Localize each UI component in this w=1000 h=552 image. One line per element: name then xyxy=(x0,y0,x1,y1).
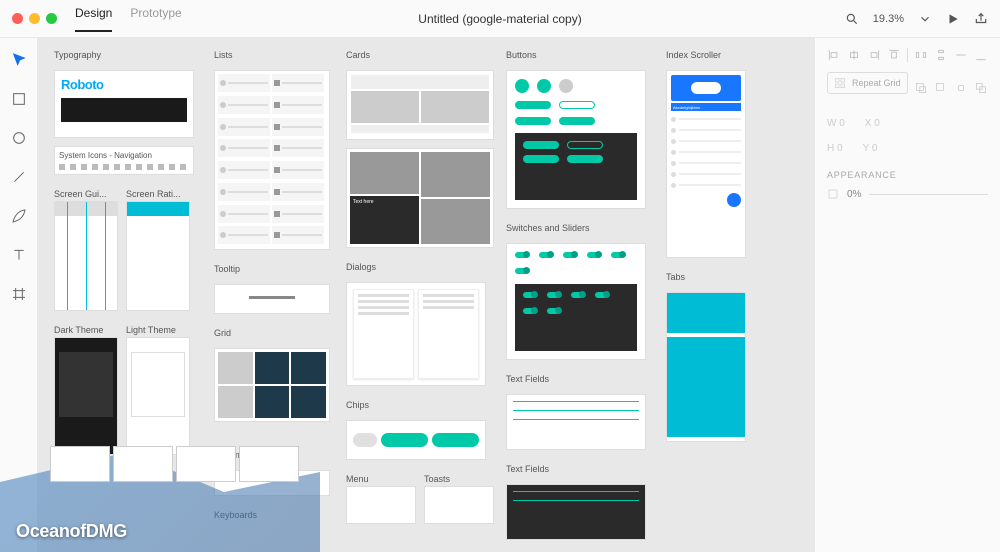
align-right-icon[interactable] xyxy=(867,48,881,62)
inspector-panel: Repeat Grid W 0 X 0 H 0 Y 0 APPEARANCE 0… xyxy=(814,38,1000,552)
watermark-thumbnails xyxy=(50,446,299,482)
artboard-menu[interactable] xyxy=(346,486,416,524)
label-buttons: Buttons xyxy=(506,50,654,60)
label-lists: Lists xyxy=(214,50,334,60)
artboard-typography[interactable]: Roboto xyxy=(54,70,194,138)
zoom-level[interactable]: 19.3% xyxy=(873,13,904,25)
boolean-intersect-icon[interactable] xyxy=(954,81,968,95)
align-middle-icon[interactable] xyxy=(954,48,968,62)
tab-prototype[interactable]: Prototype xyxy=(130,6,181,32)
artboard-text-fields-1[interactable] xyxy=(506,394,646,450)
y-value[interactable]: 0 xyxy=(872,143,878,154)
align-top-icon[interactable] xyxy=(887,48,901,62)
distribute-h-icon[interactable] xyxy=(914,48,928,62)
label-tabs: Tabs xyxy=(666,272,754,282)
artboard-sysicons[interactable]: System Icons - Navigation xyxy=(54,146,194,175)
label-grid: Grid xyxy=(214,328,334,338)
line-tool[interactable] xyxy=(11,169,27,190)
share-icon[interactable] xyxy=(974,12,988,26)
artboard-tool[interactable] xyxy=(11,286,27,307)
artboard-screen-ratio[interactable] xyxy=(126,201,190,311)
align-left-icon[interactable] xyxy=(827,48,841,62)
label-text-fields: Text Fields xyxy=(506,374,654,384)
width-value[interactable]: 0 xyxy=(839,118,845,129)
label-chips: Chips xyxy=(346,400,494,410)
maximize-icon[interactable] xyxy=(46,13,57,24)
artboard-buttons[interactable] xyxy=(506,70,646,209)
opacity-slider[interactable] xyxy=(869,194,988,195)
artboard-light-theme[interactable] xyxy=(126,337,190,455)
titlebar: Design Prototype Untitled (google-materi… xyxy=(0,0,1000,38)
chevron-down-icon[interactable] xyxy=(918,12,932,26)
y-label: Y xyxy=(863,143,870,154)
artboard-grid[interactable] xyxy=(214,348,330,422)
align-controls xyxy=(827,48,988,62)
select-tool[interactable] xyxy=(11,52,27,73)
label-dialogs: Dialogs xyxy=(346,262,494,272)
artboard-chips[interactable] xyxy=(346,420,486,460)
close-icon[interactable] xyxy=(12,13,23,24)
boolean-add-icon[interactable] xyxy=(914,81,928,95)
artboard-cards-2[interactable]: Text here xyxy=(346,148,494,248)
artboard-toasts[interactable] xyxy=(424,486,494,524)
x-label: X xyxy=(865,118,872,129)
mode-tabs: Design Prototype xyxy=(75,6,182,32)
boolean-subtract-icon[interactable] xyxy=(934,81,948,95)
artboard-cards-1[interactable] xyxy=(346,70,494,140)
opacity-icon xyxy=(827,188,839,200)
artboard-index-scroller[interactable]: Abcdefghijklmn xyxy=(666,70,746,258)
artboard-lists[interactable] xyxy=(214,70,330,250)
height-value[interactable]: 0 xyxy=(837,143,843,154)
align-bottom-icon[interactable] xyxy=(974,48,988,62)
text-tool[interactable] xyxy=(11,247,27,268)
label-switches: Switches and Sliders xyxy=(506,223,654,233)
pen-tool[interactable] xyxy=(11,208,27,229)
artboard-tooltip[interactable] xyxy=(214,284,330,314)
ellipse-tool[interactable] xyxy=(11,130,27,151)
opacity-value[interactable]: 0% xyxy=(847,189,861,200)
label-menu: Menu xyxy=(346,474,416,484)
typography-sample: Roboto xyxy=(61,77,187,92)
artboard-screen-guide[interactable] xyxy=(54,201,118,311)
label-light-theme: Light Theme xyxy=(126,325,190,335)
appearance-header: APPEARANCE xyxy=(827,170,988,180)
label-toasts: Toasts xyxy=(424,474,494,484)
artboard-tabs[interactable] xyxy=(666,292,746,442)
label-typography: Typography xyxy=(54,50,202,60)
boolean-exclude-icon[interactable] xyxy=(974,81,988,95)
distribute-v-icon[interactable] xyxy=(934,48,948,62)
label-index: Index Scroller xyxy=(666,50,754,60)
artboard-switches[interactable] xyxy=(506,243,646,360)
label-dark-theme: Dark Theme xyxy=(54,325,118,335)
search-icon[interactable] xyxy=(845,12,859,26)
window-controls xyxy=(12,13,57,24)
label-cards: Cards xyxy=(346,50,494,60)
repeat-grid-button[interactable]: Repeat Grid xyxy=(827,72,908,94)
watermark-text: OceanofDMG xyxy=(16,521,127,542)
document-title: Untitled (google-material copy) xyxy=(418,12,581,26)
label-screen-ratio: Screen Rati... xyxy=(126,189,190,199)
play-icon[interactable] xyxy=(946,12,960,26)
artboard-dark-theme[interactable] xyxy=(54,337,118,455)
label-text-fields-2: Text Fields xyxy=(506,464,654,474)
tab-design[interactable]: Design xyxy=(75,6,112,32)
label-screen-guide: Screen Gui... xyxy=(54,189,118,199)
artboard-dialogs[interactable] xyxy=(346,282,486,386)
width-label: W xyxy=(827,118,836,129)
rectangle-tool[interactable] xyxy=(11,91,27,112)
align-center-h-icon[interactable] xyxy=(847,48,861,62)
artboard-text-fields-2[interactable] xyxy=(506,484,646,540)
height-label: H xyxy=(827,143,834,154)
label-tooltip: Tooltip xyxy=(214,264,334,274)
minimize-icon[interactable] xyxy=(29,13,40,24)
x-value[interactable]: 0 xyxy=(874,118,880,129)
